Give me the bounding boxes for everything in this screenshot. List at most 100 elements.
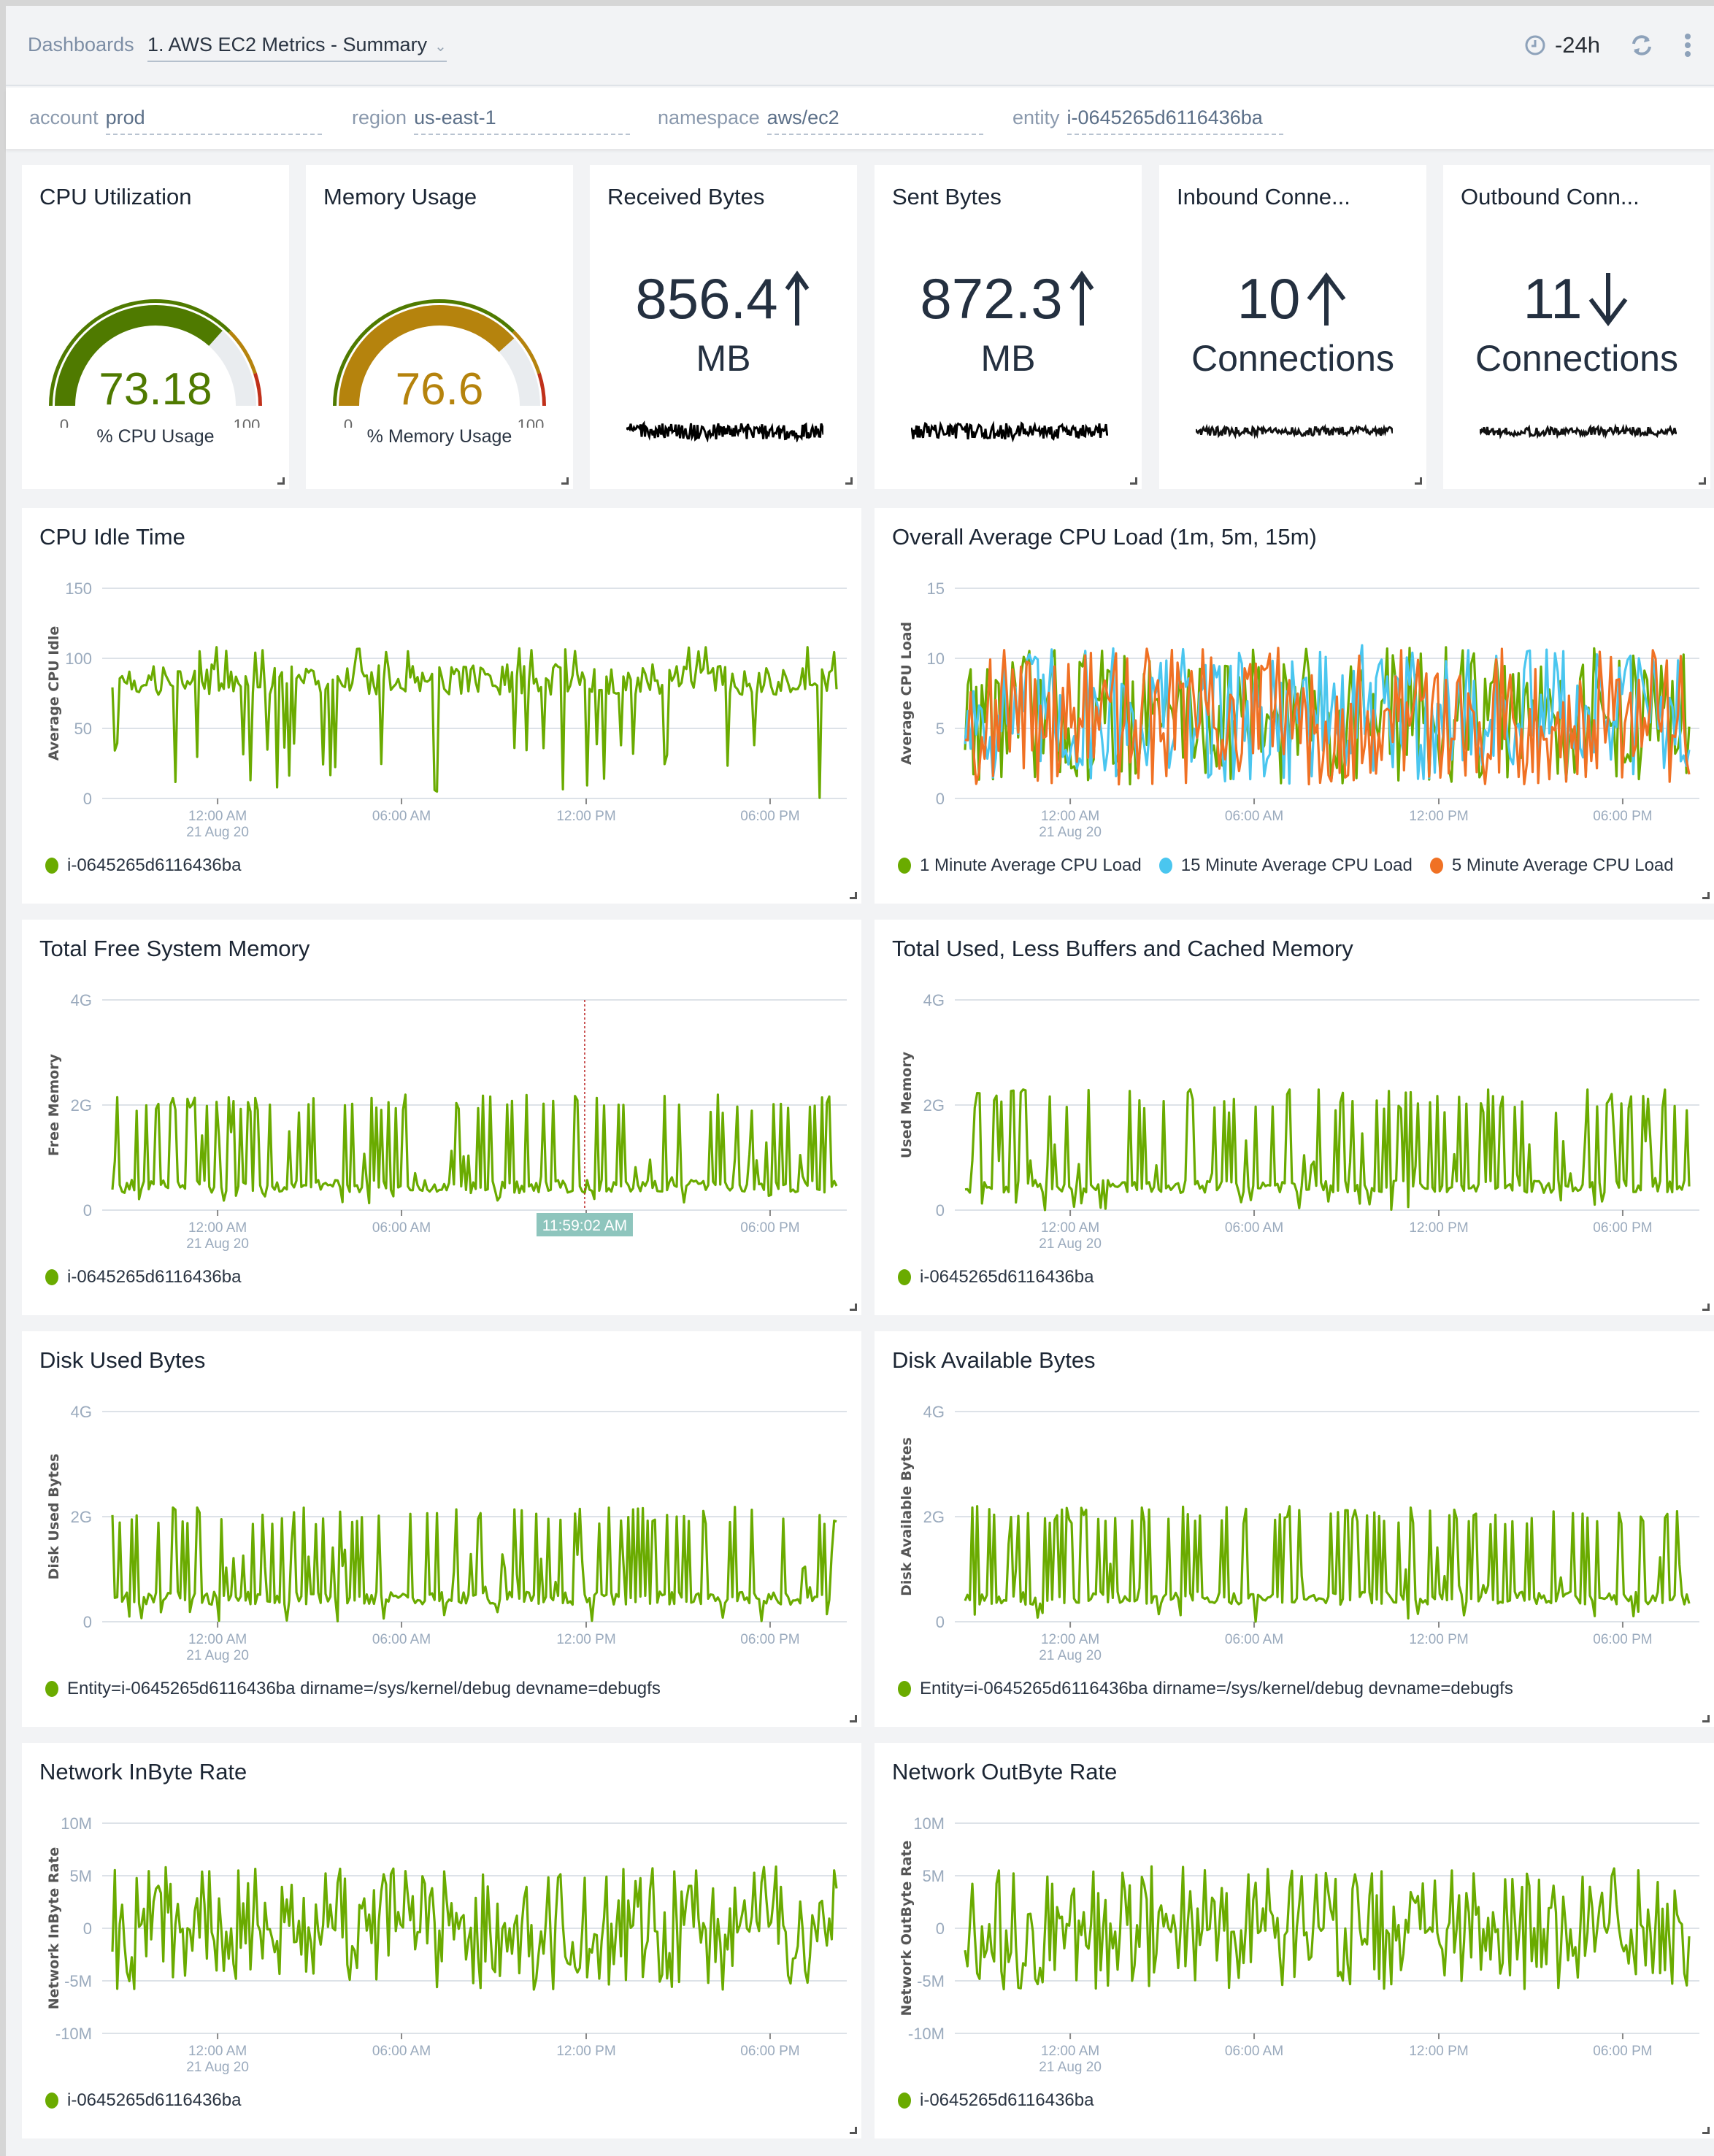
resize-handle[interactable] — [1702, 1304, 1710, 1311]
network-in-chart[interactable]: -10M -5M 0 5M 10M Network InByte Rate 12:00 AM… — [22, 1743, 861, 2138]
legend-label: 15 Minute Average CPU Load — [1180, 855, 1413, 875]
resize-handle[interactable] — [850, 2127, 857, 2134]
legend-swatch — [45, 1269, 58, 1285]
time-range-picker[interactable]: -24h — [1524, 32, 1600, 58]
panel-cpu-load[interactable]: Overall Average CPU Load (1m, 5m, 15m) 0… — [875, 508, 1714, 904]
x-tick-label: 12:00 AM — [188, 2044, 247, 2059]
used-memory-chart[interactable]: 0 2G 4G Used Memory 12:00 AM21 Aug 20 06:00 A… — [875, 920, 1714, 1315]
panel-cpu-idle-time[interactable]: CPU Idle Time 0 50 100 150 Average CPU Idle 1… — [22, 508, 861, 904]
resize-handle[interactable] — [1415, 477, 1422, 485]
tile-received-bytes[interactable]: Received Bytes 856.4 MB — [590, 165, 857, 489]
tile-inbound-connections[interactable]: Inbound Conne... 10 Connections — [1159, 165, 1426, 489]
sparkline — [911, 420, 1108, 442]
breadcrumb-dashboards-link[interactable]: Dashboards — [28, 34, 134, 56]
more-options-button[interactable] — [1683, 33, 1692, 58]
resize-handle[interactable] — [845, 477, 853, 485]
chart-legend: 1 Minute Average CPU Load 15 Minute Avera… — [898, 855, 1674, 876]
sparkline-path — [911, 420, 1108, 442]
legend-item[interactable]: i-0645265d6116436ba — [898, 2090, 1094, 2111]
resize-handle[interactable] — [850, 1715, 857, 1722]
sparkline-path — [1196, 423, 1393, 439]
resize-handle[interactable] — [1702, 2127, 1710, 2134]
legend-item[interactable]: i-0645265d6116436ba — [45, 1267, 241, 1287]
tile-sent-bytes[interactable]: Sent Bytes 872.3 MB — [875, 165, 1142, 489]
chart-legend: i-0645265d6116436ba — [45, 1267, 241, 1287]
namespace-filter-input[interactable]: aws/ec2 — [766, 107, 983, 135]
y-axis-label: Average CPU Idle — [46, 626, 62, 761]
disk-used-chart[interactable]: 0 2G 4G Disk Used Bytes 12:00 AM21 Aug 20 06:… — [22, 1331, 861, 1727]
x-tick-label: 06:00 AM — [1225, 809, 1283, 824]
account-filter-input[interactable]: prod — [105, 107, 322, 135]
legend-item[interactable]: i-0645265d6116436ba — [45, 855, 241, 876]
y-tick-label: 4G — [923, 1403, 945, 1421]
resize-handle[interactable] — [1702, 892, 1710, 899]
resize-handle[interactable] — [1702, 1715, 1710, 1722]
series-line — [964, 1505, 1691, 1623]
x-tick-label: 06:00 PM — [740, 2044, 799, 2059]
resize-handle[interactable] — [1699, 477, 1706, 485]
arrow-up-icon — [1069, 270, 1094, 326]
legend-item[interactable]: Entity=i-0645265d6116436ba dirname=/sys/… — [898, 1679, 1513, 1699]
legend-label: i-0645265d6116436ba — [920, 1267, 1094, 1287]
refresh-button[interactable] — [1629, 33, 1654, 58]
legend-item[interactable]: Entity=i-0645265d6116436ba dirname=/sys/… — [45, 1679, 661, 1699]
y-tick-label: 4G — [923, 991, 945, 1009]
resize-handle[interactable] — [561, 477, 569, 485]
y-tick-label: 0 — [83, 1613, 92, 1631]
arrow-down-icon — [1589, 272, 1628, 326]
sparkline-path — [1480, 423, 1677, 440]
x-tick-label: 12:00 AM — [1041, 2044, 1099, 2059]
network-out-chart[interactable]: -10M -5M 0 5M 10M Network OutByte Rate 12:00 A… — [875, 1743, 1714, 2138]
panel-disk-used[interactable]: Disk Used Bytes 0 2G 4G Disk Used Bytes 12:0… — [22, 1331, 861, 1727]
x-tick-label: 06:00 PM — [1593, 2044, 1652, 2059]
y-tick-label: 10M — [61, 1814, 92, 1833]
resize-handle[interactable] — [1130, 477, 1137, 485]
y-tick-label: 2G — [923, 1096, 945, 1114]
free-memory-chart[interactable]: 0 2G 4G Free Memory 12:00 AM21 Aug 20 06:00 A… — [22, 920, 861, 1315]
y-axis-label: Used Memory — [899, 1051, 915, 1158]
legend-item[interactable]: 5 Minute Average CPU Load — [1429, 855, 1674, 876]
y-tick-label: 4G — [71, 1403, 92, 1421]
cpu-idle-chart[interactable]: 0 50 100 150 Average CPU Idle 12:00 AM21 Aug … — [22, 508, 861, 904]
gauge-label: % Memory Usage — [366, 426, 512, 447]
gauge-value: 73.18 — [99, 364, 212, 415]
panel-free-memory[interactable]: Total Free System Memory 0 2G 4G Free Memor… — [22, 920, 861, 1315]
tile-title: Received Bytes — [607, 184, 765, 209]
panel-used-memory[interactable]: Total Used, Less Buffers and Cached Memo… — [875, 920, 1714, 1315]
dashboard-title-dropdown[interactable]: 1. AWS EC2 Metrics - Summary ⌄ — [147, 34, 447, 62]
entity-filter-input[interactable]: i-0645265d6116436ba — [1067, 107, 1283, 135]
y-axis-label: Network OutByte Rate — [899, 1841, 915, 2017]
resize-handle[interactable] — [850, 1304, 857, 1311]
x-tick-label: 12:00 AM — [188, 809, 247, 824]
dashboard-header: Dashboards 1. AWS EC2 Metrics - Summary ⌄… — [6, 6, 1714, 86]
tile-outbound-connections[interactable]: Outbound Conn... 11 Connections — [1443, 165, 1710, 489]
legend-item[interactable]: 15 Minute Average CPU Load — [1158, 855, 1413, 876]
panel-network-in[interactable]: Network InByte Rate -10M -5M 0 5M 10M Network… — [22, 1743, 861, 2138]
legend-swatch — [898, 1269, 911, 1285]
legend-swatch — [1429, 858, 1443, 874]
x-tick-sublabel: 21 Aug 20 — [1039, 825, 1102, 840]
panel-network-out[interactable]: Network OutByte Rate -10M -5M 0 5M 10M Networ… — [875, 1743, 1714, 2138]
legend-item[interactable]: i-0645265d6116436ba — [45, 2090, 241, 2111]
chart-legend: i-0645265d6116436ba — [898, 1267, 1094, 1287]
gauge-label: % CPU Usage — [96, 426, 215, 447]
legend-item[interactable]: 1 Minute Average CPU Load — [898, 855, 1142, 876]
tile-memory-usage[interactable]: Memory Usage 76.6 0 100 % Memory Usage — [306, 165, 573, 489]
y-tick-label: 10 — [927, 650, 945, 668]
legend-swatch — [898, 1681, 911, 1697]
chart-legend: i-0645265d6116436ba — [898, 2090, 1094, 2111]
cpu-load-chart[interactable]: 0 5 10 15 Average CPU Load 12:00 AM21 Aug 20 0… — [875, 508, 1714, 904]
x-tick-sublabel: 21 Aug 20 — [1039, 2060, 1102, 2075]
tile-cpu-utilization[interactable]: CPU Utilization 73.18 0 100 % CPU Usage — [22, 165, 289, 489]
x-tick-label: 06:00 AM — [372, 809, 431, 824]
resize-handle[interactable] — [850, 892, 857, 899]
region-filter-input[interactable]: us-east-1 — [414, 107, 631, 135]
legend-swatch — [1158, 858, 1172, 874]
x-tick-label: 12:00 PM — [1409, 2044, 1468, 2059]
x-tick-sublabel: 21 Aug 20 — [186, 1236, 249, 1252]
panel-disk-available[interactable]: Disk Available Bytes 0 2G 4G Disk Available… — [875, 1331, 1714, 1727]
disk-available-chart[interactable]: 0 2G 4G Disk Available Bytes 12:00 AM21 Aug … — [875, 1331, 1714, 1727]
legend-item[interactable]: i-0645265d6116436ba — [898, 1267, 1094, 1287]
y-tick-label: 150 — [65, 580, 92, 598]
resize-handle[interactable] — [277, 477, 285, 485]
